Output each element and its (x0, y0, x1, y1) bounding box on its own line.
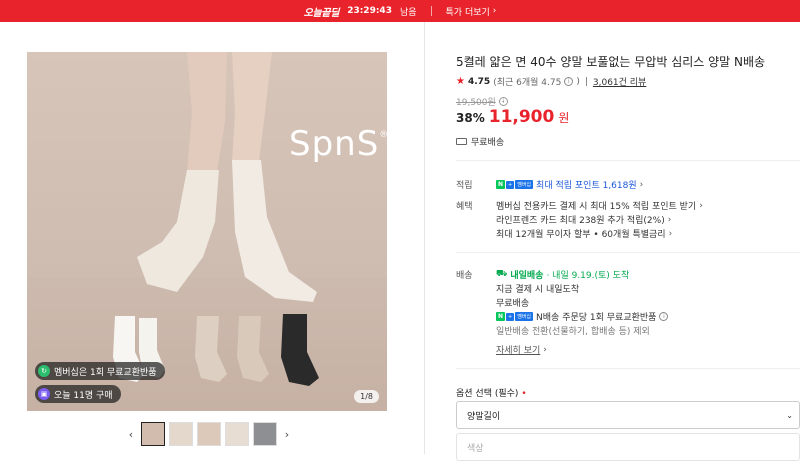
benefit-line[interactable]: 라인프렌즈 카드 최대 238원 추가 적립(2%) › (496, 213, 672, 227)
option-label: 옵션 선택 (필수) • (456, 386, 527, 399)
delivery-label: 배송 (456, 271, 473, 281)
rating-row: ★ 4.75 (최근 6개월 4.75 i ) | 3,061건 리뷰 (456, 75, 646, 88)
points-label: 적립 (456, 181, 473, 191)
membership-badge-label: 멤버십 (515, 312, 534, 321)
deal-timer: 23:29:43 (347, 6, 392, 16)
deal-banner[interactable]: 오늘끝딜 23:29:43 남음 특가 더보기 › (0, 0, 800, 22)
brand-logo-text: SpnS (289, 124, 380, 164)
n-badge: N (496, 180, 506, 189)
deal-brand: 오늘끝딜 (303, 7, 340, 19)
membership-badge-label: 멤버십 (515, 180, 534, 189)
chevron-down-icon: ⌄ (786, 411, 793, 420)
price-row: 38% 11,900 원 (456, 107, 569, 127)
free-return-line: N + 멤버십 N배송 주문당 1회 무료교환반품 i (496, 310, 669, 323)
chevron-right-icon: › (639, 179, 644, 190)
bag-icon: ▣ (38, 388, 50, 400)
tomorrow-delivery-date: · 내일 9.19.(토) 도착 (546, 271, 630, 281)
socks-illustration (113, 52, 319, 386)
tomorrow-delivery-badge: 내일배송 (510, 271, 544, 281)
rating-detail-close: ) (576, 76, 580, 87)
thumbnail[interactable] (169, 422, 193, 446)
truck-icon (456, 138, 467, 145)
chevron-right-icon[interactable]: › (281, 428, 293, 441)
divider (456, 368, 800, 369)
shipping-summary: 무료배송 (456, 135, 504, 148)
review-count-link[interactable]: 3,061건 리뷰 (593, 75, 646, 88)
thumbnail[interactable] (253, 422, 277, 446)
info-icon[interactable]: i (564, 77, 574, 86)
more-deals-label: 특가 더보기 (445, 7, 490, 18)
thumbnail[interactable] (225, 422, 249, 446)
benefit-line-text: 최대 12개월 무이자 할부 • 60개월 특별금리 (496, 230, 666, 240)
image-counter: 1/8 (354, 390, 379, 403)
deal-timer-suffix: 남음 (399, 7, 417, 18)
info-icon[interactable]: i (659, 312, 669, 321)
benefit-label: 혜택 (456, 202, 473, 212)
shipping-summary-text: 무료배송 (471, 138, 505, 148)
purchase-count-text: 오늘 11명 구매 (54, 390, 113, 401)
more-deals-link[interactable]: 특가 더보기 › (446, 5, 497, 18)
chevron-right-icon: › (543, 344, 547, 355)
delivery-line: 무료배송 (496, 299, 530, 309)
option-select-length[interactable]: 양말길이 ⌄ (456, 401, 800, 429)
panel-divider (424, 22, 425, 454)
points-link[interactable]: N + 멤버십 최대 적립 포인트 1,618원 › (496, 178, 643, 191)
option-select-placeholder: 색상 (467, 443, 484, 454)
chevron-left-icon[interactable]: ‹ (125, 428, 137, 441)
thumbnail[interactable] (141, 422, 165, 446)
benefit-line[interactable]: 최대 12개월 무이자 할부 • 60개월 특별금리 › (496, 227, 673, 241)
star-icon: ★ (456, 76, 465, 87)
delivery-more-link[interactable]: 자세히 보기 › (496, 343, 547, 357)
required-mark: • (521, 389, 527, 399)
chevron-right-icon: › (699, 200, 703, 211)
plus-badge: + (506, 312, 515, 321)
membership-badge-text: 멤버십은 1회 무료교환반품 (54, 367, 157, 378)
chevron-right-icon: › (667, 214, 672, 225)
delivery-line: 지금 결제 시 내일도착 (496, 285, 580, 295)
thumbnail-strip: ‹ › (125, 422, 293, 446)
benefit-line-text: 라인프렌즈 카드 최대 238원 추가 적립(2%) (496, 216, 665, 226)
tomorrow-delivery: ⛟ 내일배송 · 내일 9.19.(토) 도착 (496, 268, 629, 281)
purchase-count-badge: ▣ 오늘 11명 구매 (35, 385, 121, 403)
membership-badge: ↻ 멤버십은 1회 무료교환반품 (35, 362, 165, 380)
benefit-line-text: 멤버십 전용카드 결제 시 최대 15% 적립 포인트 받기 (496, 202, 697, 212)
n-badge: N (496, 312, 506, 321)
divider (430, 6, 432, 16)
rating-score: 4.75 (467, 76, 491, 87)
product-title: 5켤레 얇은 면 40수 양말 보풀없는 무압박 심리스 양말 N배송 (456, 55, 766, 69)
plus-badge: + (506, 180, 515, 189)
brand-logo: SpnS® (289, 124, 387, 164)
naver-plus-membership-badge: N + 멤버십 (496, 180, 534, 189)
benefit-line[interactable]: 멤버십 전용카드 결제 시 최대 15% 적립 포인트 받기 › (496, 199, 703, 213)
main-product-image[interactable]: SpnS® ↻ 멤버십은 1회 무료교환반품 ▣ 오늘 11명 구매 1/8 (27, 52, 387, 411)
divider: | (584, 76, 588, 87)
registered-mark: ® (379, 130, 387, 140)
naver-plus-membership-badge: N + 멤버십 (496, 312, 534, 321)
chevron-right-icon: › (492, 6, 497, 16)
thumbnail[interactable] (197, 422, 221, 446)
truck-icon: ⛟ (496, 269, 508, 279)
option-label-text: 옵션 선택 (필수) (456, 389, 519, 399)
delivery-line: 일반배송 전환(선물하기, 합배송 등) 제외 (496, 327, 650, 337)
chevron-right-icon: › (668, 228, 673, 239)
option-select-color[interactable]: 색상 (456, 433, 800, 461)
delivery-more-text: 자세히 보기 (496, 346, 541, 356)
option-select-value: 양말길이 (467, 411, 501, 422)
divider (456, 252, 800, 253)
rating-detail: (최근 6개월 4.75 (493, 78, 562, 88)
return-icon: ↻ (38, 365, 50, 377)
points-text: 최대 적립 포인트 1,618원 (536, 181, 637, 191)
info-icon[interactable]: i (498, 97, 508, 106)
discount-rate: 38% (456, 111, 485, 125)
price-unit: 원 (558, 111, 570, 125)
divider (456, 160, 800, 161)
sale-price: 11,900 (488, 107, 555, 127)
free-return-text: N배송 주문당 1회 무료교환반품 (536, 313, 657, 323)
